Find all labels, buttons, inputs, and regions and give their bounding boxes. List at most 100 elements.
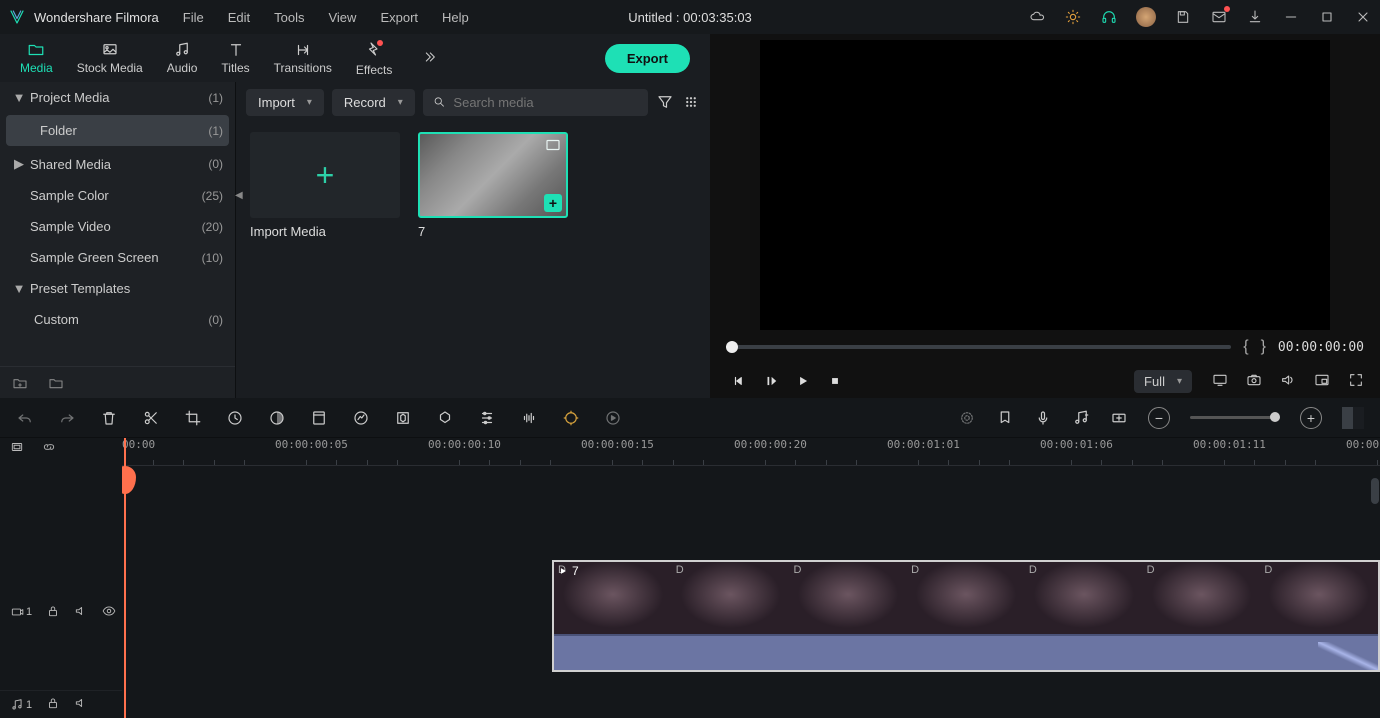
green-screen-icon[interactable] — [310, 409, 328, 427]
gutter-link-icon[interactable] — [42, 440, 56, 457]
timeline-clip[interactable]: 7 — [552, 560, 1380, 672]
marker-icon[interactable] — [996, 409, 1014, 427]
folder-icon[interactable] — [48, 375, 64, 391]
search-input[interactable] — [453, 95, 638, 110]
media-clip[interactable]: + 7 — [418, 132, 568, 239]
tab-audio[interactable]: Audio — [155, 37, 210, 79]
redo-icon[interactable] — [58, 409, 76, 427]
add-track-icon[interactable] — [1110, 409, 1128, 427]
display-icon[interactable] — [1212, 372, 1228, 391]
crop-icon[interactable] — [184, 409, 202, 427]
pip-icon[interactable] — [1314, 372, 1330, 391]
preview-canvas[interactable] — [760, 40, 1330, 330]
audio-mixer-icon[interactable] — [1072, 409, 1090, 427]
render-icon[interactable] — [604, 409, 622, 427]
maximize-icon[interactable] — [1318, 8, 1336, 26]
track-mute-icon[interactable] — [74, 604, 88, 621]
timeline-scrollbar[interactable] — [1370, 478, 1380, 718]
color-icon[interactable] — [268, 409, 286, 427]
save-icon[interactable] — [1174, 8, 1192, 26]
tree-item-sample-video[interactable]: Sample Video(20) — [0, 211, 235, 242]
tab-media[interactable]: Media — [8, 37, 65, 79]
grid-view-icon[interactable] — [682, 93, 700, 111]
tree-item-sample-green-screen[interactable]: Sample Green Screen(10) — [0, 242, 235, 273]
sun-icon[interactable] — [1064, 8, 1082, 26]
speed-ramp-icon[interactable] — [352, 409, 370, 427]
adjust-icon[interactable] — [478, 409, 496, 427]
mask-icon[interactable] — [436, 409, 454, 427]
import-media-tile[interactable]: + Import Media — [250, 132, 400, 239]
audio-edit-icon[interactable] — [520, 409, 538, 427]
filter-icon[interactable] — [656, 93, 674, 111]
preview-scrubber[interactable] — [726, 345, 1231, 349]
search-icon — [433, 95, 446, 109]
preview-quality-dropdown[interactable]: Full▾ — [1134, 370, 1192, 393]
tree-item-custom[interactable]: Custom(0) — [0, 304, 235, 335]
video-track-header: 1 — [0, 556, 122, 668]
collapse-sidebar-icon[interactable]: ◀ — [235, 190, 243, 201]
new-folder-icon[interactable] — [12, 375, 28, 391]
record-dropdown[interactable]: Record▾ — [332, 89, 415, 116]
voiceover-icon[interactable] — [1034, 409, 1052, 427]
menu-view[interactable]: View — [328, 10, 356, 25]
import-dropdown[interactable]: Import▾ — [246, 89, 324, 116]
tree-item-sample-color[interactable]: Sample Color(25) — [0, 180, 235, 211]
tl-effects-icon[interactable] — [958, 409, 976, 427]
tab-titles[interactable]: Titles — [209, 37, 261, 79]
tree-item-project-media[interactable]: ▼Project Media(1) — [0, 82, 235, 113]
tab-effects[interactable]: Effects — [344, 36, 404, 81]
export-button[interactable]: Export — [605, 44, 690, 73]
zoom-fit-icon[interactable] — [1342, 407, 1364, 429]
prev-frame-icon[interactable] — [732, 374, 746, 388]
zoom-in-icon[interactable]: + — [1300, 407, 1322, 429]
volume-icon[interactable] — [1280, 372, 1296, 391]
tab-transitions[interactable]: Transitions — [262, 37, 344, 79]
video-track-icon: 1 — [10, 605, 32, 619]
menu-file[interactable]: File — [183, 10, 204, 25]
mark-out-icon[interactable]: } — [1261, 338, 1266, 356]
tab-effects-label: Effects — [356, 63, 392, 77]
timeline-gutter: 1 1 — [0, 438, 122, 718]
play-pause-icon[interactable] — [764, 374, 778, 388]
mail-icon[interactable] — [1210, 8, 1228, 26]
zoom-slider[interactable] — [1190, 416, 1280, 419]
speed-icon[interactable] — [226, 409, 244, 427]
minimize-icon[interactable] — [1282, 8, 1300, 26]
user-avatar[interactable] — [1136, 7, 1156, 27]
gutter-snapshot-icon[interactable] — [10, 440, 24, 457]
track-lock-icon[interactable] — [46, 604, 60, 621]
add-clip-icon[interactable]: + — [544, 194, 562, 212]
undo-icon[interactable] — [16, 409, 34, 427]
cloud-icon[interactable] — [1028, 8, 1046, 26]
ruler-tick: 00:00:01:11 — [1193, 438, 1266, 451]
track-visibility-icon[interactable] — [102, 604, 116, 621]
timeline-ruler[interactable]: 00:0000:00:00:0500:00:00:1000:00:00:1500… — [122, 438, 1380, 466]
audio-lock-icon[interactable] — [46, 696, 60, 713]
menu-export[interactable]: Export — [380, 10, 418, 25]
snapshot-icon[interactable] — [1246, 372, 1262, 391]
close-icon[interactable] — [1354, 8, 1372, 26]
motion-icon[interactable] — [562, 409, 580, 427]
timeline-tracks[interactable]: 00:0000:00:00:0500:00:00:1000:00:00:1500… — [122, 438, 1380, 718]
menu-tools[interactable]: Tools — [274, 10, 304, 25]
tab-stock-media[interactable]: Stock Media — [65, 37, 155, 79]
cut-icon[interactable] — [142, 409, 160, 427]
mark-in-icon[interactable]: { — [1243, 338, 1248, 356]
tabs-more-icon[interactable] — [420, 49, 438, 68]
delete-icon[interactable] — [100, 409, 118, 427]
audio-mute-icon[interactable] — [74, 696, 88, 713]
download-icon[interactable] — [1246, 8, 1264, 26]
menu-help[interactable]: Help — [442, 10, 469, 25]
stop-icon[interactable] — [828, 374, 842, 388]
playhead[interactable] — [124, 438, 126, 718]
tree-item-shared-media[interactable]: ▶Shared Media(0) — [0, 148, 235, 180]
zoom-out-icon[interactable]: − — [1148, 407, 1170, 429]
play-icon[interactable] — [796, 374, 810, 388]
keyframe-icon[interactable] — [394, 409, 412, 427]
headphones-icon[interactable] — [1100, 8, 1118, 26]
tree-item-folder[interactable]: Folder(1) — [6, 115, 229, 146]
menu-edit[interactable]: Edit — [228, 10, 250, 25]
tree-item-preset-templates[interactable]: ▼Preset Templates — [0, 273, 235, 304]
fullscreen-icon[interactable] — [1348, 372, 1364, 391]
search-box[interactable] — [423, 89, 648, 116]
